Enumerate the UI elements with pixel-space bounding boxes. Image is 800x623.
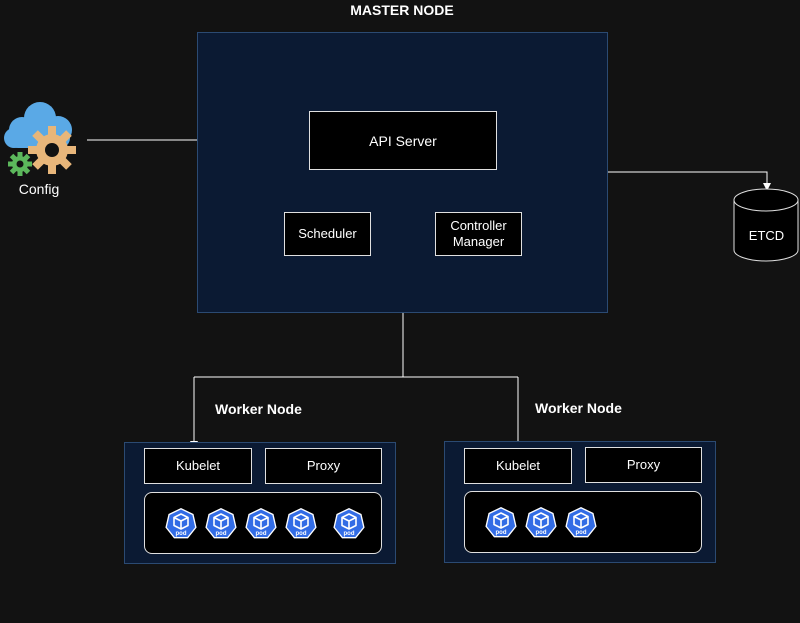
pod-icon[interactable]: pod <box>484 506 518 540</box>
worker-2-proxy-box[interactable]: Proxy <box>585 447 702 483</box>
pod-icon[interactable]: pod <box>284 507 318 541</box>
controller-manager-box[interactable]: Controller Manager <box>435 212 522 256</box>
etcd-node[interactable] <box>733 188 800 264</box>
worker-1-pod-area: pod pod pod pod pod <box>144 492 382 554</box>
pod-icon[interactable]: pod <box>524 506 558 540</box>
pod-icon[interactable]: pod <box>204 507 238 541</box>
worker-1-kubelet-label: Kubelet <box>175 458 221 473</box>
pod-label: pod <box>536 530 547 536</box>
pod-icon[interactable]: pod <box>244 507 278 541</box>
api-server-label: API Server <box>369 132 437 149</box>
pod-label: pod <box>176 531 187 537</box>
worker-2-pod-area: pod pod pod <box>464 491 702 553</box>
pod-label: pod <box>496 530 507 536</box>
pod-icon[interactable]: pod <box>564 506 598 540</box>
pod-label: pod <box>576 530 587 536</box>
database-cylinder-icon <box>733 188 799 262</box>
master-node-title: MASTER NODE <box>350 2 454 18</box>
worker-2-kubelet-box[interactable]: Kubelet <box>464 448 572 484</box>
controller-manager-label-line1: Controller <box>450 218 507 233</box>
pod-label: pod <box>256 531 267 537</box>
config-label: Config <box>18 181 60 197</box>
worker-1-kubelet-box[interactable]: Kubelet <box>144 448 252 484</box>
config-node[interactable] <box>0 98 80 178</box>
scheduler-box[interactable]: Scheduler <box>284 212 371 256</box>
pod-icon[interactable]: pod <box>332 507 366 541</box>
etcd-label: ETCD <box>748 228 785 243</box>
pod-label: pod <box>344 531 355 537</box>
worker-node-2-title: Worker Node <box>535 400 622 416</box>
worker-2-kubelet-label: Kubelet <box>495 458 541 473</box>
pod-icon[interactable]: pod <box>164 507 198 541</box>
worker-2-proxy-label: Proxy <box>626 457 661 472</box>
pod-label: pod <box>216 531 227 537</box>
controller-manager-label-line2: Manager <box>452 234 505 249</box>
worker-1-proxy-label: Proxy <box>306 458 341 473</box>
cloud-gear-icon <box>4 102 76 176</box>
worker-node-1-title: Worker Node <box>215 401 302 417</box>
worker-1-proxy-box[interactable]: Proxy <box>265 448 382 484</box>
scheduler-label: Scheduler <box>298 226 357 241</box>
api-server-box[interactable]: API Server <box>309 111 497 170</box>
pod-label: pod <box>296 531 307 537</box>
master-node-panel <box>197 32 608 313</box>
